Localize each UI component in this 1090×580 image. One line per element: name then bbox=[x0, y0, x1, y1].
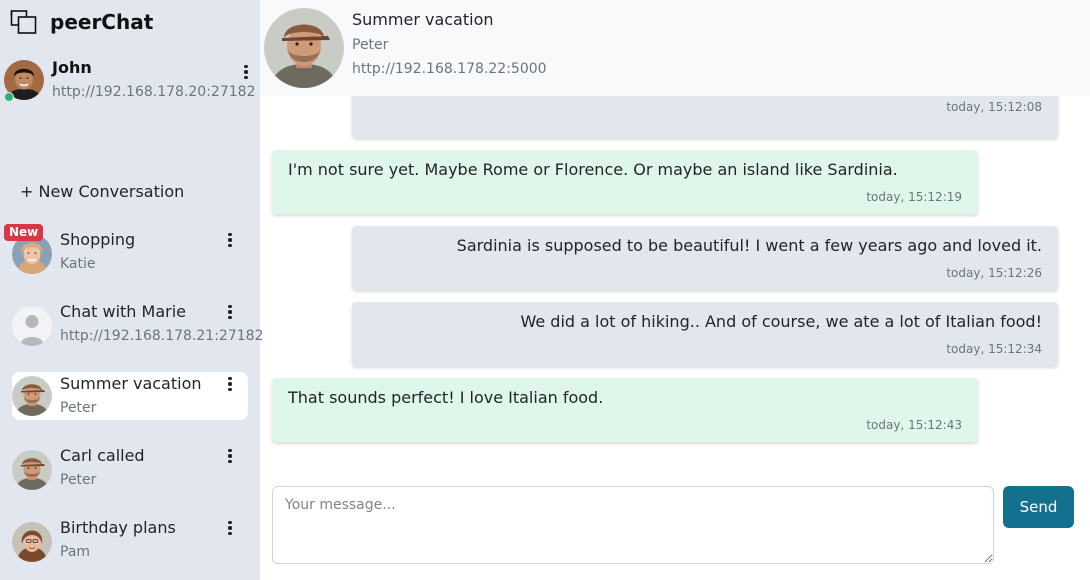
chat-partner-name: Peter bbox=[352, 37, 389, 53]
default-user-avatar bbox=[12, 306, 52, 346]
conversation-subtitle: Katie bbox=[60, 256, 96, 272]
conversation-subtitle: Peter bbox=[60, 400, 97, 416]
message-text: We did a lot of hiking.. And of course, … bbox=[520, 312, 1042, 331]
conversation-subtitle: Pam bbox=[60, 544, 91, 560]
conversation-title: Carl called bbox=[60, 446, 145, 465]
conversation-menu-icon[interactable] bbox=[222, 446, 238, 466]
conversation-item-summer-vacation[interactable]: Summer vacation Peter bbox=[12, 372, 248, 420]
chat-partner-url: http://192.168.178.22:5000 bbox=[352, 61, 547, 77]
send-button[interactable]: Send bbox=[1003, 486, 1074, 528]
message-timestamp: today, 15:12:26 bbox=[946, 266, 1042, 280]
conversation-title: Shopping bbox=[60, 230, 136, 249]
conversation-title: Chat with Marie bbox=[60, 302, 186, 321]
peerchat-logo-icon bbox=[10, 10, 37, 34]
message-outgoing: Sardinia is supposed to be beautiful! I … bbox=[352, 226, 1058, 290]
conversation-item-shopping[interactable]: New Shopping Katie bbox=[4, 224, 248, 278]
new-conversation-button[interactable]: + New Conversation bbox=[20, 182, 184, 201]
message-text: I'm not sure yet. Maybe Rome or Florence… bbox=[288, 160, 898, 179]
pam-avatar bbox=[12, 522, 52, 562]
conversation-menu-icon[interactable] bbox=[222, 518, 238, 538]
chat-title: Summer vacation bbox=[352, 10, 494, 29]
message-input[interactable] bbox=[272, 486, 994, 564]
chat-partner-avatar bbox=[264, 8, 344, 88]
conversation-title: Summer vacation bbox=[60, 374, 202, 393]
conversation-menu-icon[interactable] bbox=[222, 374, 238, 394]
conversation-menu-icon[interactable] bbox=[222, 230, 238, 250]
app-name: peerChat bbox=[50, 10, 154, 34]
conversation-menu-icon[interactable] bbox=[222, 302, 238, 322]
my-url: http://192.168.178.20:27182 bbox=[52, 84, 256, 100]
my-menu-icon[interactable] bbox=[238, 62, 254, 82]
message-timestamp: today, 15:12:08 bbox=[946, 100, 1042, 114]
my-name: John bbox=[52, 58, 92, 77]
message-outgoing: We did a lot of hiking.. And of course, … bbox=[352, 302, 1058, 366]
sidebar: peerChat John http://192.168.178.20:2718… bbox=[0, 0, 263, 580]
conversation-subtitle: http://192.168.178.21:27182 bbox=[60, 328, 264, 344]
message-outgoing: today, 15:12:08 bbox=[352, 96, 1058, 138]
conversation-item-carl-called[interactable]: Carl called Peter bbox=[12, 446, 248, 494]
new-badge: New bbox=[4, 224, 44, 241]
message-incoming: I'm not sure yet. Maybe Rome or Florence… bbox=[272, 150, 978, 214]
online-status-icon bbox=[4, 92, 14, 102]
conversation-item-birthday-plans[interactable]: Birthday plans Pam bbox=[12, 518, 248, 566]
message-list[interactable]: today, 15:12:08 I'm not sure yet. Maybe … bbox=[260, 96, 1090, 470]
message-timestamp: today, 15:12:43 bbox=[866, 418, 962, 432]
message-incoming: That sounds perfect! I love Italian food… bbox=[272, 378, 978, 442]
chat-header: Summer vacation Peter http://192.168.178… bbox=[260, 0, 1090, 96]
message-timestamp: today, 15:12:34 bbox=[946, 342, 1042, 356]
brand: peerChat bbox=[10, 8, 153, 36]
message-text: That sounds perfect! I love Italian food… bbox=[288, 388, 604, 407]
peter-avatar bbox=[12, 450, 52, 490]
conversation-item-chat-with-marie[interactable]: Chat with Marie http://192.168.178.21:27… bbox=[12, 302, 263, 350]
current-user: John http://192.168.178.20:27182 bbox=[4, 58, 256, 102]
conversation-title: Birthday plans bbox=[60, 518, 176, 537]
conversation-subtitle: Peter bbox=[60, 472, 97, 488]
message-timestamp: today, 15:12:19 bbox=[866, 190, 962, 204]
peter-avatar bbox=[12, 376, 52, 416]
message-text: Sardinia is supposed to be beautiful! I … bbox=[456, 236, 1042, 255]
